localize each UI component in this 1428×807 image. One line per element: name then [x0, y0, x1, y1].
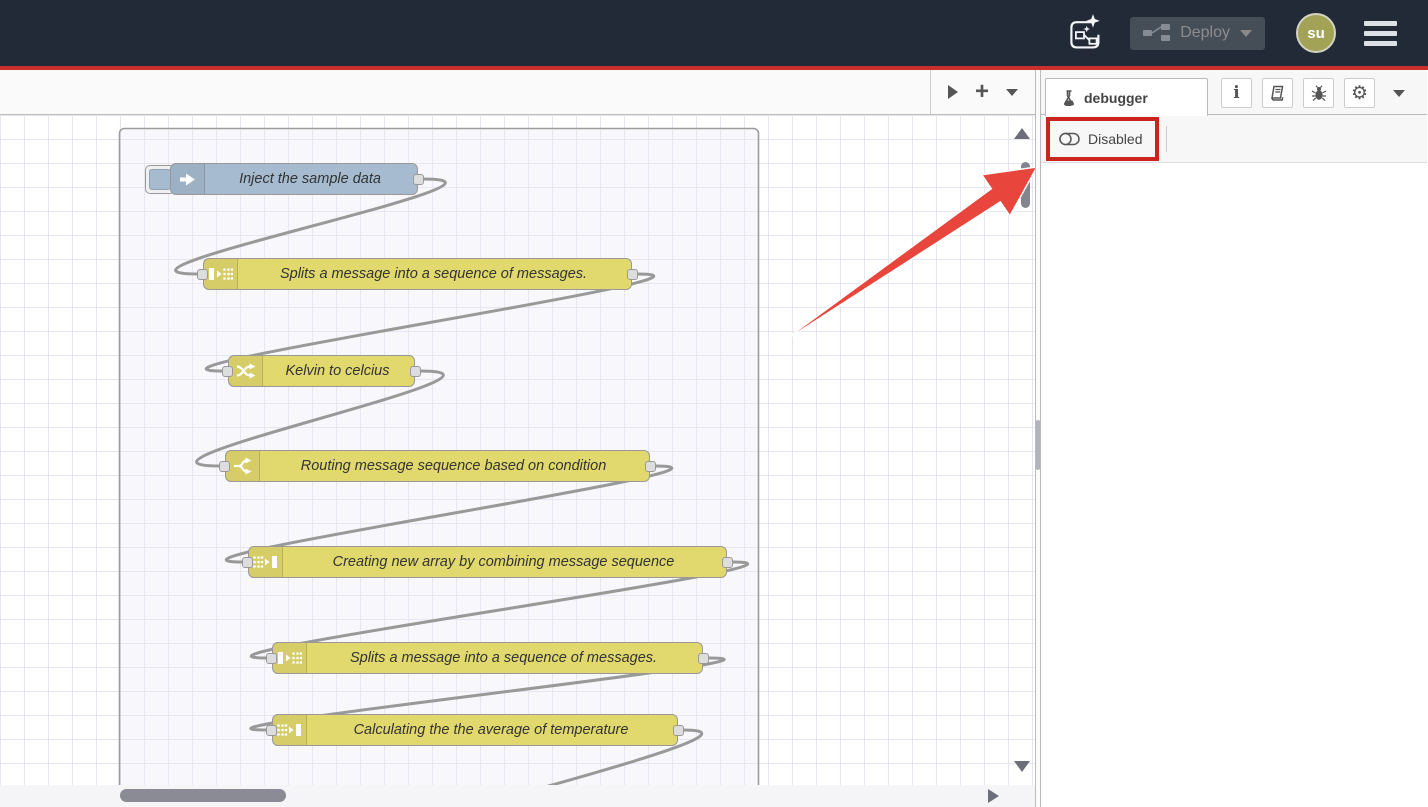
node-join-2[interactable]: Calculating the the average of temperatu…	[272, 714, 678, 746]
info-button[interactable]: i	[1221, 78, 1252, 108]
split-icon	[273, 643, 307, 673]
hamburger-bar	[1364, 21, 1397, 26]
node-label: Kelvin to celcius	[263, 363, 414, 379]
flow-ai-icon[interactable]	[1066, 13, 1102, 53]
output-port[interactable]	[722, 557, 733, 568]
deploy-chevron-down-icon[interactable]	[1240, 30, 1252, 37]
add-flow-icon[interactable]: +	[975, 82, 989, 102]
deploy-label: Deploy	[1180, 24, 1230, 42]
sidebar-tabs-header: debugger i	[1041, 70, 1427, 115]
join-icon	[273, 715, 307, 745]
debug-sidebar-toolbar: Disabled	[1041, 115, 1427, 163]
settings-button[interactable]: ⚙	[1344, 78, 1375, 108]
page-scrollbar-strip[interactable]	[1036, 70, 1040, 807]
docs-button[interactable]	[1262, 78, 1293, 108]
node-label: Routing message sequence based on condit…	[260, 458, 649, 474]
debug-disabled-toggle[interactable]: Disabled	[1059, 131, 1142, 147]
join-icon	[249, 547, 283, 577]
canvas-scroll-down-icon[interactable]	[1014, 761, 1030, 772]
debug-messages-panel[interactable]	[1041, 163, 1427, 807]
node-change[interactable]: Kelvin to celcius	[228, 355, 415, 387]
output-port[interactable]	[698, 653, 709, 664]
deploy-button[interactable]: Deploy	[1130, 17, 1265, 50]
node-join-1[interactable]: Creating new array by combining message …	[248, 546, 727, 578]
output-port[interactable]	[627, 269, 638, 280]
annotation-highlight-box: Disabled	[1046, 117, 1159, 161]
input-port[interactable]	[197, 269, 208, 280]
node-inject[interactable]: Inject the sample data	[170, 163, 418, 195]
page-scrollbar-thumb[interactable]	[1036, 420, 1040, 470]
shuffle-icon	[229, 356, 263, 386]
node-label: Creating new array by combining message …	[283, 554, 726, 570]
sidebar-toolbar: i ⚙	[1221, 78, 1405, 108]
output-port[interactable]	[410, 366, 421, 377]
canvas-hscroll-thumb[interactable]	[120, 789, 286, 802]
inject-arrow-icon	[171, 164, 205, 194]
node-split-1[interactable]: Splits a message into a sequence of mess…	[203, 258, 632, 290]
fork-icon	[226, 451, 260, 481]
node-label: Splits a message into a sequence of mess…	[238, 266, 631, 282]
canvas-vscroll-thumb[interactable]	[1021, 162, 1030, 208]
header: Deploy su	[0, 0, 1428, 66]
gear-icon: ⚙	[1351, 84, 1368, 103]
canvas-scroll-right-icon[interactable]	[988, 789, 999, 803]
flow-list-chevron-icon[interactable]	[1006, 89, 1018, 96]
sidebar: debugger i	[1040, 70, 1427, 807]
node-label: Splits a message into a sequence of mess…	[307, 650, 702, 666]
input-port[interactable]	[219, 461, 230, 472]
bug-button[interactable]	[1303, 78, 1334, 108]
hamburger-bar	[1364, 41, 1397, 46]
info-icon: i	[1233, 83, 1239, 103]
node-switch[interactable]: Routing message sequence based on condit…	[225, 450, 650, 482]
node-label: Calculating the the average of temperatu…	[307, 722, 677, 738]
sidebar-tab-debugger[interactable]: debugger	[1045, 78, 1208, 116]
deploy-icon	[1143, 24, 1170, 42]
input-port[interactable]	[266, 653, 277, 664]
sidebar-tab-label: debugger	[1084, 90, 1148, 106]
workspace: +	[0, 70, 1036, 807]
flow-tab-actions: +	[930, 70, 1035, 114]
scroll-tabs-right-icon[interactable]	[948, 85, 958, 99]
canvas-scroll-up-icon[interactable]	[1014, 128, 1030, 139]
input-port[interactable]	[222, 366, 233, 377]
avatar[interactable]: su	[1296, 13, 1336, 53]
split-icon	[204, 259, 238, 289]
toolbar-divider	[1166, 126, 1167, 152]
disabled-label: Disabled	[1088, 131, 1142, 147]
canvas-hscrollbar[interactable]	[0, 785, 1035, 807]
toggle-off-icon	[1059, 131, 1080, 147]
input-port[interactable]	[266, 725, 277, 736]
flow-canvas[interactable]: Inject the sample data Splits a message …	[0, 115, 1035, 785]
node-label: Inject the sample data	[205, 171, 417, 187]
bug-icon	[1311, 85, 1327, 102]
docs-icon	[1270, 85, 1286, 101]
output-port[interactable]	[645, 461, 656, 472]
flow-tabs-bar[interactable]	[0, 70, 930, 114]
flask-icon	[1062, 90, 1076, 106]
hamburger-bar	[1364, 31, 1397, 36]
hamburger-menu-button[interactable]	[1364, 21, 1397, 46]
output-port[interactable]	[673, 725, 684, 736]
sidebar-chevron-down-icon[interactable]	[1393, 90, 1405, 97]
input-port[interactable]	[242, 557, 253, 568]
flow-tabs-toolbar: +	[0, 70, 1035, 115]
output-port[interactable]	[413, 174, 424, 185]
node-split-2[interactable]: Splits a message into a sequence of mess…	[272, 642, 703, 674]
